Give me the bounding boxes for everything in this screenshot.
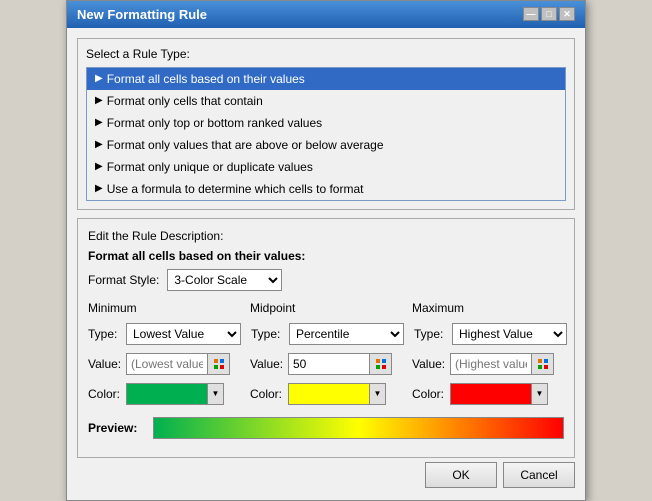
dialog-body: Select a Rule Type: ▶ Format all cells b… bbox=[67, 28, 585, 500]
new-formatting-rule-dialog: New Formatting Rule — □ ✕ Select a Rule … bbox=[66, 0, 586, 501]
arrow-icon-1: ▶ bbox=[95, 95, 103, 106]
close-button[interactable]: ✕ bbox=[559, 7, 575, 21]
dialog-buttons: OK Cancel bbox=[77, 458, 575, 490]
preview-label: Preview: bbox=[88, 421, 143, 435]
value-row: Value: bbox=[88, 353, 564, 379]
cancel-button[interactable]: Cancel bbox=[503, 462, 575, 488]
rule-item-formula[interactable]: ▶ Use a formula to determine which cells… bbox=[87, 178, 565, 200]
min-type-field: Type: Lowest Value Number Percent Formul… bbox=[88, 323, 241, 345]
mid-value-input-wrap bbox=[288, 353, 392, 375]
min-value-input-wrap bbox=[126, 353, 230, 375]
max-col-header: Maximum bbox=[412, 301, 564, 319]
max-value-picker-btn[interactable] bbox=[531, 354, 553, 374]
rule-item-label-5: Use a formula to determine which cells t… bbox=[107, 182, 364, 196]
max-header-label: Maximum bbox=[412, 301, 564, 315]
format-style-row: Format Style: 3-Color Scale 2-Color Scal… bbox=[88, 269, 564, 291]
preview-row: Preview: bbox=[88, 417, 564, 439]
format-desc-title: Format all cells based on their values: bbox=[88, 249, 564, 263]
mid-value-col: Value: bbox=[250, 353, 402, 379]
rule-item-label-4: Format only unique or duplicate values bbox=[107, 160, 313, 174]
mid-value-input[interactable] bbox=[289, 355, 369, 373]
arrow-icon-2: ▶ bbox=[95, 117, 103, 128]
min-color-swatch bbox=[127, 384, 207, 404]
dialog-title: New Formatting Rule bbox=[77, 7, 207, 22]
mid-color-swatch-wrap: ▼ bbox=[288, 383, 386, 405]
min-type-select[interactable]: Lowest Value Number Percent Formula Perc… bbox=[126, 323, 241, 345]
min-color-label: Color: bbox=[88, 387, 126, 401]
max-type-select[interactable]: Highest Value Number Percent Formula Per… bbox=[452, 323, 567, 345]
mid-color-label: Color: bbox=[250, 387, 288, 401]
rule-type-section: Select a Rule Type: ▶ Format all cells b… bbox=[77, 38, 575, 210]
rule-item-unique-dup[interactable]: ▶ Format only unique or duplicate values bbox=[87, 156, 565, 178]
arrow-icon-4: ▶ bbox=[95, 161, 103, 172]
max-color-label: Color: bbox=[412, 387, 450, 401]
max-value-col: Value: bbox=[412, 353, 564, 379]
rule-item-only-contain[interactable]: ▶ Format only cells that contain bbox=[87, 90, 565, 112]
min-type-col: Type: Lowest Value Number Percent Formul… bbox=[88, 323, 241, 349]
max-color-dropdown-btn[interactable]: ▼ bbox=[531, 384, 547, 404]
max-value-input-wrap bbox=[450, 353, 554, 375]
min-header-label: Minimum bbox=[88, 301, 240, 315]
rule-item-top-bottom[interactable]: ▶ Format only top or bottom ranked value… bbox=[87, 112, 565, 134]
min-color-swatch-wrap: ▼ bbox=[126, 383, 224, 405]
dialog-titlebar: New Formatting Rule — □ ✕ bbox=[67, 1, 585, 28]
mid-value-label: Value: bbox=[250, 357, 288, 371]
mid-value-field: Value: bbox=[250, 353, 402, 375]
rule-type-list: ▶ Format all cells based on their values… bbox=[86, 67, 566, 201]
min-color-col: Color: ▼ bbox=[88, 383, 240, 409]
max-color-swatch-wrap: ▼ bbox=[450, 383, 548, 405]
min-col-header: Minimum bbox=[88, 301, 240, 319]
mid-color-col: Color: ▼ bbox=[250, 383, 402, 409]
min-type-label: Type: bbox=[88, 327, 126, 341]
max-color-swatch bbox=[451, 384, 531, 404]
mid-color-dropdown-btn[interactable]: ▼ bbox=[369, 384, 385, 404]
min-value-field: Value: bbox=[88, 353, 240, 375]
mid-value-picker-btn[interactable] bbox=[369, 354, 391, 374]
max-type-field: Type: Highest Value Number Percent Formu… bbox=[414, 323, 567, 345]
rule-desc-label: Edit the Rule Description: bbox=[88, 229, 564, 243]
max-type-label: Type: bbox=[414, 327, 452, 341]
rule-item-all-cells[interactable]: ▶ Format all cells based on their values bbox=[87, 68, 565, 90]
rule-item-label-2: Format only top or bottom ranked values bbox=[107, 116, 322, 130]
mid-type-field: Type: Percentile Number Percent Formula bbox=[251, 323, 404, 345]
max-color-col: Color: ▼ bbox=[412, 383, 564, 409]
min-value-input[interactable] bbox=[127, 355, 207, 373]
mid-type-label: Type: bbox=[251, 327, 289, 341]
mid-type-col: Type: Percentile Number Percent Formula bbox=[251, 323, 404, 349]
rule-item-above-below[interactable]: ▶ Format only values that are above or b… bbox=[87, 134, 565, 156]
mid-col-header: Midpoint bbox=[250, 301, 402, 319]
preview-bar bbox=[153, 417, 564, 439]
arrow-icon-3: ▶ bbox=[95, 139, 103, 150]
rule-item-label-3: Format only values that are above or bel… bbox=[107, 138, 384, 152]
min-value-label: Value: bbox=[88, 357, 126, 371]
min-color-dropdown-btn[interactable]: ▼ bbox=[207, 384, 223, 404]
minimize-button[interactable]: — bbox=[523, 7, 539, 21]
rule-item-label-1: Format only cells that contain bbox=[107, 94, 263, 108]
color-row: Color: ▼ Color: ▼ bbox=[88, 383, 564, 409]
arrow-icon-0: ▶ bbox=[95, 73, 103, 84]
max-type-col: Type: Highest Value Number Percent Formu… bbox=[414, 323, 567, 349]
rule-desc-section: Edit the Rule Description: Format all ce… bbox=[77, 218, 575, 458]
mid-type-select[interactable]: Percentile Number Percent Formula bbox=[289, 323, 404, 345]
format-style-label: Format Style: bbox=[88, 273, 159, 287]
titlebar-buttons: — □ ✕ bbox=[523, 7, 575, 21]
max-color-field: Color: ▼ bbox=[412, 383, 564, 405]
column-headers-row: Minimum Midpoint Maximum bbox=[88, 301, 564, 319]
rule-item-label-0: Format all cells based on their values bbox=[107, 72, 305, 86]
ok-button[interactable]: OK bbox=[425, 462, 497, 488]
format-style-select[interactable]: 3-Color Scale 2-Color Scale Data Bar Ico… bbox=[167, 269, 282, 291]
min-color-field: Color: ▼ bbox=[88, 383, 240, 405]
max-value-input[interactable] bbox=[451, 355, 531, 373]
max-value-field: Value: bbox=[412, 353, 564, 375]
rule-type-label: Select a Rule Type: bbox=[86, 47, 566, 61]
mid-header-label: Midpoint bbox=[250, 301, 402, 315]
mid-color-field: Color: ▼ bbox=[250, 383, 402, 405]
min-value-col: Value: bbox=[88, 353, 240, 379]
arrow-icon-5: ▶ bbox=[95, 183, 103, 194]
min-value-picker-btn[interactable] bbox=[207, 354, 229, 374]
mid-color-swatch bbox=[289, 384, 369, 404]
max-value-label: Value: bbox=[412, 357, 450, 371]
maximize-button[interactable]: □ bbox=[541, 7, 557, 21]
type-row: Type: Lowest Value Number Percent Formul… bbox=[88, 323, 564, 349]
